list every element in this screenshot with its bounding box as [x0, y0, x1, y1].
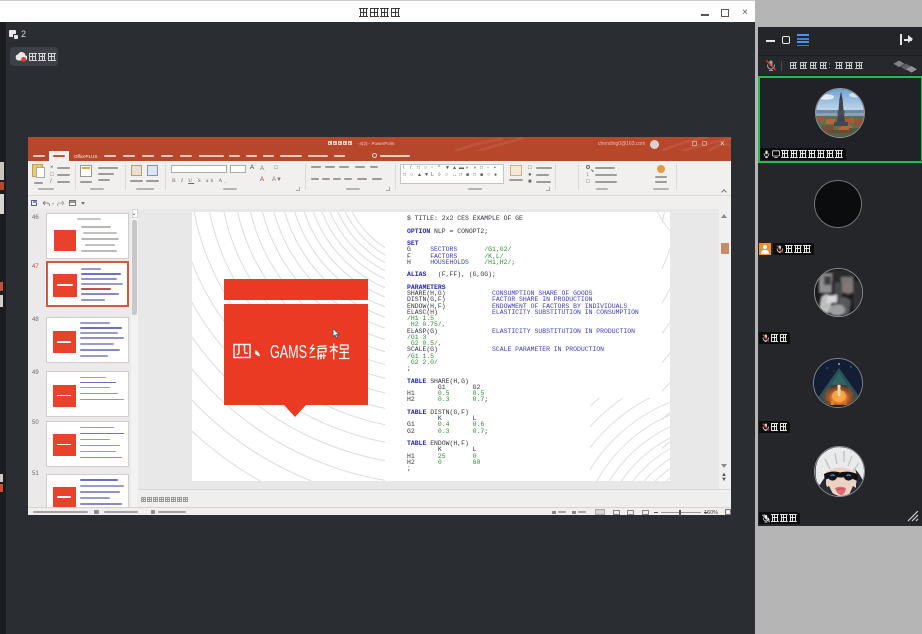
- svg-text:GAMS: GAMS: [270, 342, 307, 362]
